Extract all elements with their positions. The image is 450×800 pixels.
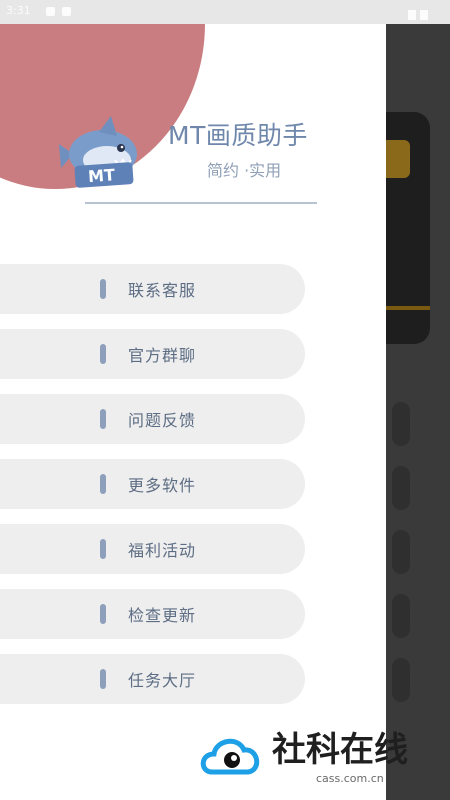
background-circle xyxy=(392,594,410,638)
notification-icon xyxy=(62,7,71,16)
watermark-text: 社科在线 xyxy=(272,730,408,770)
background-circle xyxy=(392,658,410,702)
wifi-icon xyxy=(408,10,416,20)
menu-item-label: 问题反馈 xyxy=(128,411,197,430)
background-circle xyxy=(392,402,410,446)
menu-item-label: 联系客服 xyxy=(128,281,197,300)
menu-item-label: 检查更新 xyxy=(128,606,197,625)
background-circle xyxy=(392,530,410,574)
bar-marker-icon xyxy=(100,279,106,299)
bar-marker-icon xyxy=(100,539,106,559)
menu-item-benefits[interactable]: 福利活动 xyxy=(0,524,305,574)
menu-item-task-hall[interactable]: 任务大厅 xyxy=(0,654,305,704)
mascot-badge-text: MT xyxy=(87,165,115,186)
notification-icon xyxy=(46,7,55,16)
menu-item-label: 福利活动 xyxy=(128,541,197,560)
menu-item-label: 官方群聊 xyxy=(128,346,197,365)
menu-item-feedback[interactable]: 问题反馈 xyxy=(0,394,305,444)
bar-marker-icon xyxy=(100,409,106,429)
menu-item-label: 任务大厅 xyxy=(128,671,197,690)
background-line xyxy=(386,306,430,310)
app-title: MT画质助手 xyxy=(168,121,308,150)
navigation-drawer: MT MT画质助手 简约 ·实用 联系客服 官方群聊 问题反馈 更多软件 福利活… xyxy=(0,24,386,800)
app-subtitle: 简约 ·实用 xyxy=(207,161,282,180)
shark-mascot-icon: MT xyxy=(59,116,137,188)
status-bar: 3:31 xyxy=(0,0,450,24)
watermark-url: cass.com.cn xyxy=(316,772,384,785)
menu-item-label: 更多软件 xyxy=(128,476,197,495)
bar-marker-icon xyxy=(100,344,106,364)
bar-marker-icon xyxy=(100,474,106,494)
system-icons xyxy=(404,5,440,20)
bar-marker-icon xyxy=(100,669,106,689)
background-circle xyxy=(392,466,410,510)
menu-item-check-update[interactable]: 检查更新 xyxy=(0,589,305,639)
menu-item-contact-support[interactable]: 联系客服 xyxy=(0,264,305,314)
battery-icon xyxy=(420,10,428,20)
cloud-eye-logo-icon xyxy=(200,738,260,775)
menu-item-more-apps[interactable]: 更多软件 xyxy=(0,459,305,509)
status-time: 3:31 xyxy=(6,4,31,17)
watermark: 社科在线 cass.com.cn xyxy=(198,722,448,798)
bar-marker-icon xyxy=(100,604,106,624)
menu-item-official-group[interactable]: 官方群聊 xyxy=(0,329,305,379)
divider xyxy=(85,202,317,204)
